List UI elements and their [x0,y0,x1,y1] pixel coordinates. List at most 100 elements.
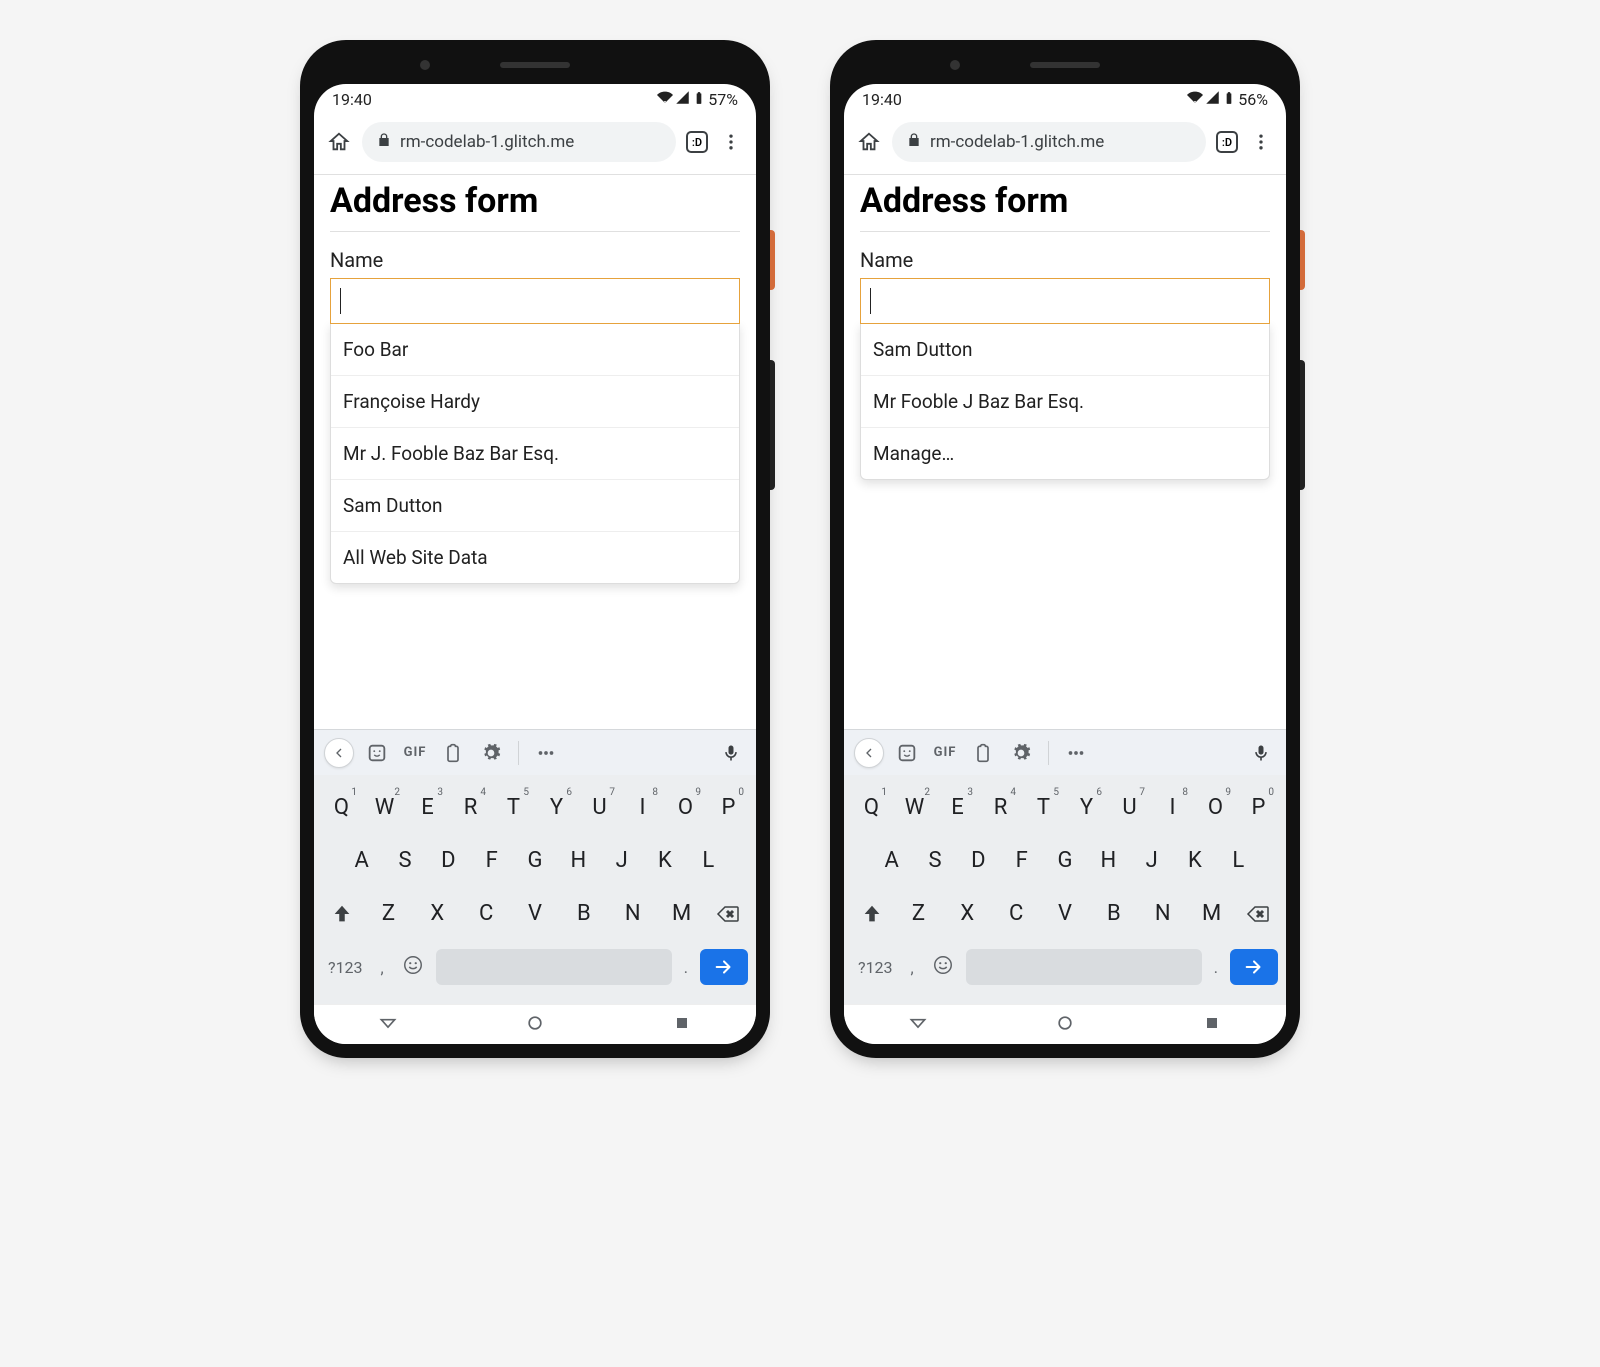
key-I[interactable]: I8 [1151,785,1194,830]
key-J[interactable]: J [1130,838,1173,883]
emoji-key[interactable] [926,944,960,990]
gif-button[interactable]: GIF [930,745,960,760]
shift-key[interactable] [320,903,364,925]
key-M[interactable]: M [657,891,706,936]
sticker-icon[interactable] [892,742,922,764]
key-J[interactable]: J [600,838,643,883]
nav-recent-icon[interactable] [1202,1013,1222,1037]
key-Q[interactable]: Q1 [320,785,363,830]
key-L[interactable]: L [1217,838,1260,883]
address-bar[interactable]: rm-codelab-1.glitch.me [892,122,1206,162]
key-P[interactable]: P0 [1237,785,1280,830]
gear-icon[interactable] [476,743,506,763]
spacebar-key[interactable] [436,949,672,985]
key-N[interactable]: N [1138,891,1187,936]
key-X[interactable]: X [413,891,462,936]
period-key[interactable]: . [678,948,694,987]
key-C[interactable]: C [992,891,1041,936]
nav-home-icon[interactable] [1055,1013,1075,1037]
more-icon[interactable] [531,742,561,764]
comma-key[interactable]: , [375,948,390,987]
key-I[interactable]: I8 [621,785,664,830]
nav-home-icon[interactable] [525,1013,545,1037]
key-N[interactable]: N [608,891,657,936]
more-icon[interactable] [1061,742,1091,764]
home-icon[interactable] [856,129,882,155]
key-C[interactable]: C [462,891,511,936]
name-input[interactable] [330,278,740,324]
sticker-icon[interactable] [362,742,392,764]
name-input[interactable] [860,278,1270,324]
key-A[interactable]: A [870,838,913,883]
key-W[interactable]: W2 [363,785,406,830]
emoji-key[interactable] [396,944,430,990]
key-T[interactable]: T5 [492,785,535,830]
keyboard-back-icon[interactable] [854,738,884,768]
key-G[interactable]: G [1043,838,1086,883]
home-icon[interactable] [326,129,352,155]
period-key[interactable]: . [1208,948,1224,987]
enter-key[interactable] [700,949,748,985]
autofill-suggestion[interactable]: All Web Site Data [331,532,739,583]
key-X[interactable]: X [943,891,992,936]
key-F[interactable]: F [1000,838,1043,883]
key-P[interactable]: P0 [707,785,750,830]
autofill-suggestion[interactable]: Sam Dutton [331,480,739,532]
key-S[interactable]: S [383,838,426,883]
overflow-menu-icon[interactable] [1248,129,1274,155]
autofill-suggestion[interactable]: Françoise Hardy [331,376,739,428]
comma-key[interactable]: , [905,948,920,987]
mic-icon[interactable] [716,743,746,763]
key-R[interactable]: R4 [979,785,1022,830]
symbols-key[interactable]: ?123 [322,948,369,987]
tabs-button[interactable]: :D [1216,131,1238,153]
nav-back-icon[interactable] [378,1013,398,1037]
key-F[interactable]: F [470,838,513,883]
key-Y[interactable]: Y6 [1065,785,1108,830]
address-bar[interactable]: rm-codelab-1.glitch.me [362,122,676,162]
key-R[interactable]: R4 [449,785,492,830]
symbols-key[interactable]: ?123 [852,948,899,987]
key-U[interactable]: U7 [1108,785,1151,830]
key-Q[interactable]: Q1 [850,785,893,830]
key-A[interactable]: A [340,838,383,883]
nav-recent-icon[interactable] [672,1013,692,1037]
key-B[interactable]: B [1089,891,1138,936]
key-V[interactable]: V [511,891,560,936]
key-T[interactable]: T5 [1022,785,1065,830]
key-D[interactable]: D [427,838,470,883]
autofill-suggestion[interactable]: Foo Bar [331,324,739,376]
key-G[interactable]: G [513,838,556,883]
backspace-key[interactable] [1236,902,1280,926]
autofill-suggestion[interactable]: Mr J. Fooble Baz Bar Esq. [331,428,739,480]
key-W[interactable]: W2 [893,785,936,830]
key-U[interactable]: U7 [578,785,621,830]
clipboard-icon[interactable] [968,743,998,763]
key-Z[interactable]: Z [894,891,943,936]
autofill-suggestion[interactable]: Mr Fooble J Baz Bar Esq. [861,376,1269,428]
spacebar-key[interactable] [966,949,1202,985]
backspace-key[interactable] [706,902,750,926]
key-D[interactable]: D [957,838,1000,883]
key-M[interactable]: M [1187,891,1236,936]
key-Z[interactable]: Z [364,891,413,936]
nav-back-icon[interactable] [908,1013,928,1037]
key-O[interactable]: O9 [1194,785,1237,830]
key-S[interactable]: S [913,838,956,883]
gif-button[interactable]: GIF [400,745,430,760]
clipboard-icon[interactable] [438,743,468,763]
gear-icon[interactable] [1006,743,1036,763]
key-H[interactable]: H [1087,838,1130,883]
key-K[interactable]: K [1173,838,1216,883]
key-V[interactable]: V [1041,891,1090,936]
key-H[interactable]: H [557,838,600,883]
enter-key[interactable] [1230,949,1278,985]
keyboard-back-icon[interactable] [324,738,354,768]
key-K[interactable]: K [643,838,686,883]
overflow-menu-icon[interactable] [718,129,744,155]
key-B[interactable]: B [559,891,608,936]
shift-key[interactable] [850,903,894,925]
autofill-suggestion[interactable]: Manage… [861,428,1269,479]
autofill-suggestion[interactable]: Sam Dutton [861,324,1269,376]
tabs-button[interactable]: :D [686,131,708,153]
